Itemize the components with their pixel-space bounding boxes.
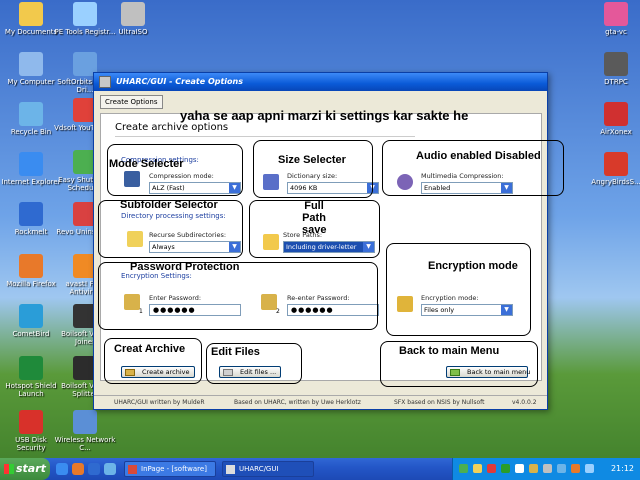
app-shortcut-icon [19,102,43,126]
tray-speaker-icon[interactable] [543,464,552,473]
annotation-audio: Audio enabled Disabled [416,150,541,162]
desktop-icon-label: AirXonex [600,128,632,136]
desktop-icon[interactable]: Hotspot Shield Launch [0,356,62,398]
tray-monitor-icon[interactable] [585,464,594,473]
app-icon [99,76,111,88]
app-shortcut-icon [19,52,43,76]
tray-update-icon[interactable] [557,464,566,473]
tray-app-icon[interactable] [571,464,580,473]
desktop-icon[interactable]: AngryBirdsS... [585,152,640,186]
desktop-icon[interactable]: USB Disk Security [0,410,62,452]
app-shortcut-icon [604,52,628,76]
annotation-box-encmode [386,243,531,336]
start-button[interactable]: start [0,458,50,480]
app-shortcut-icon [19,410,43,434]
desktop-icon-label: Hotspot Shield Launch [5,382,57,398]
app-shortcut-icon [19,304,43,328]
annotation-box-size [253,140,373,198]
uharc-icon [226,465,235,474]
annotation-password: Password Protection [130,261,240,273]
taskbar: start InPage - [software] UHARC/GUI 21:1… [0,458,640,480]
status-sfx: SFX based on NSIS by Nullsoft [394,399,485,406]
desktop-icon[interactable]: Internet Explorer [0,152,62,186]
desktop-icon[interactable]: CometBird [0,304,62,338]
app-shortcut-icon [19,356,43,380]
rockmelt-quicklaunch-icon[interactable] [88,463,100,475]
status-based-on: Based on UHARC, written by Uwe Herklotz [234,399,361,406]
status-author: UHARC/GUI written by MuldeR [114,399,205,406]
tab-create-options[interactable]: Create Options [100,95,163,109]
annotation-subfolder: Subfolder Selector [120,199,218,211]
app-shortcut-icon [604,102,628,126]
window-title: UHARC/GUI - Create Options [116,77,243,86]
desktop-icon-label: USB Disk Security [15,436,47,452]
tray-antivirus-icon[interactable] [487,464,496,473]
show-desktop-icon[interactable] [104,463,116,475]
annotation-box-audio [382,140,564,196]
desktop-icon[interactable]: My Computer [0,52,62,86]
desktop-icon[interactable]: Recycle Bin [0,102,62,136]
ie-quicklaunch-icon[interactable] [56,463,68,475]
app-shortcut-icon [19,202,43,226]
annotation-edit: Edit Files [211,346,260,358]
app-shortcut-icon [73,2,97,26]
annotation-back: Back to main Menu [399,345,500,357]
annotation-mode: Mode Selecter [109,158,184,170]
tray-signal-icon[interactable] [473,464,482,473]
annotation-headline: yaha se aap apni marzi ki settings kar s… [180,108,469,123]
desktop-icon-label: CometBird [12,330,50,338]
annotation-size: Size Selecter [278,154,346,166]
annotation-box-mode [107,144,243,196]
annotation-encmode: Encryption mode [428,260,518,272]
app-shortcut-icon [19,254,43,278]
app-shortcut-icon [19,152,43,176]
panel-title: Create archive options [115,122,229,133]
desktop-icon[interactable]: My Documents [0,2,62,36]
status-version: v4.0.0.2 [512,399,537,406]
system-tray: 21:12 [452,458,640,480]
desktop-icon-label: Mozilla Firefox [6,280,56,288]
annotation-create: Creat Archive [114,343,186,355]
desktop-icon[interactable]: Mozilla Firefox [0,254,62,288]
app-shortcut-icon [604,152,628,176]
desktop-icon-label: UltraISO [118,28,148,36]
desktop-icon-label: My Computer [7,78,55,86]
app-shortcut-icon [604,2,628,26]
tray-usb-icon[interactable] [529,464,538,473]
inpage-icon [128,465,137,474]
app-shortcut-icon [121,2,145,26]
window-titlebar[interactable]: UHARC/GUI - Create Options [94,73,547,91]
desktop-icon-label: Recycle Bin [10,128,52,136]
desktop-icon[interactable]: Rockmelt [0,202,62,236]
desktop-icon[interactable]: gta-vc [585,2,640,36]
app-shortcut-icon [73,410,97,434]
status-bar: UHARC/GUI written by MuldeR Based on UHA… [94,395,547,409]
desktop-icon-label: My Documents [4,28,58,36]
windows-flag-icon [4,464,14,474]
tray-network-icon[interactable] [459,464,468,473]
clock: 21:12 [610,464,634,473]
desktop-icon-label: Rockmelt [14,228,48,236]
desktop-icon[interactable]: UltraISO [102,2,164,36]
desktop-icon[interactable]: Wireless Network C... [54,410,116,452]
tray-r-icon[interactable] [501,464,510,473]
task-inpage[interactable]: InPage - [software] [124,461,216,477]
desktop-icon-label: gta-vc [605,28,627,36]
desktop-icon-label: AngryBirdsS... [591,178,640,186]
desktop-icon[interactable]: DTRPC [585,52,640,86]
firefox-quicklaunch-icon[interactable] [72,463,84,475]
desktop-icon-label: DTRPC [604,78,628,86]
desktop-icon[interactable]: AirXonex [585,102,640,136]
app-shortcut-icon [19,2,43,26]
annotation-fullpath: Full Path save [302,200,327,236]
task-uharc[interactable]: UHARC/GUI [222,461,314,477]
tray-shield-icon[interactable] [515,464,524,473]
desktop-icon-label: Internet Explorer [1,178,61,186]
desktop-icon-label: Wireless Network C... [54,436,116,452]
